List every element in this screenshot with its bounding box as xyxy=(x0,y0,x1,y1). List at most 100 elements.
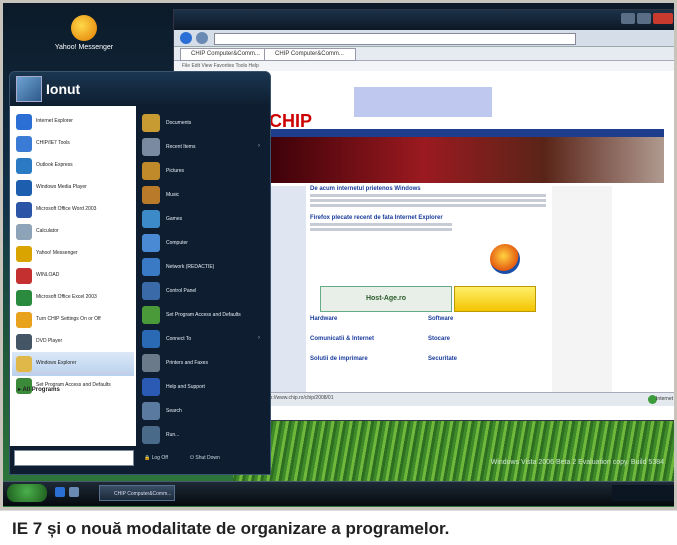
news-headline[interactable]: Firefox plecate recent de fata Internet … xyxy=(310,215,546,221)
figure-caption: IE 7 și o nouă modalitate de organizare … xyxy=(0,510,677,545)
program-item[interactable]: DVD Player xyxy=(12,330,134,354)
program-item[interactable]: Outlook Express xyxy=(12,154,134,178)
news-headline[interactable]: De acum internetul prietenos Windows xyxy=(310,186,546,192)
program-item[interactable]: Windows Media Player xyxy=(12,176,134,200)
news-text-line xyxy=(310,199,546,202)
program-icon xyxy=(16,268,32,284)
program-item[interactable]: Turn CHIP Settings On or Off xyxy=(12,308,134,332)
ad-banner[interactable]: Host-Age.ro xyxy=(320,286,452,312)
place-icon xyxy=(142,426,160,444)
program-item[interactable]: Yahoo! Messenger xyxy=(12,242,134,266)
place-label: Computer xyxy=(166,240,188,246)
back-icon[interactable] xyxy=(180,32,192,44)
all-programs-label: All Programs xyxy=(22,387,60,393)
place-item[interactable]: Music xyxy=(140,182,268,208)
place-item[interactable]: Network (REDACTIE) xyxy=(140,254,268,280)
place-item[interactable]: Pictures xyxy=(140,158,268,184)
place-label: Games xyxy=(166,216,183,222)
program-label: Yahoo! Messenger xyxy=(36,250,78,256)
desktop-icon-messenger[interactable]: Yahoo! Messenger xyxy=(49,15,119,51)
start-menu-header: Ionut xyxy=(10,72,270,106)
forward-icon[interactable] xyxy=(196,32,208,44)
place-icon xyxy=(142,210,160,228)
program-label: Internet Explorer xyxy=(36,118,73,124)
desktop-watermark: Windows Vista 2006 Beta 2 Evaluation cop… xyxy=(490,459,664,466)
address-input[interactable] xyxy=(214,33,576,45)
caption-text: IE 7 și o nouă modalitate de organizare … xyxy=(12,519,450,538)
browser-tab-strip: CHIP Computer&Comm... CHIP Computer&Comm… xyxy=(174,47,674,61)
quick-launch-ie-icon[interactable] xyxy=(55,487,65,497)
quick-launch-desktop-icon[interactable] xyxy=(69,487,79,497)
section-heading[interactable]: Software xyxy=(428,316,546,322)
start-search-input[interactable] xyxy=(14,450,134,466)
site-navigation[interactable] xyxy=(264,129,664,137)
place-item[interactable]: Help and Support xyxy=(140,374,268,400)
program-label: Turn CHIP Settings On or Off xyxy=(36,316,101,322)
place-item[interactable]: Recent Items › xyxy=(140,134,268,160)
program-icon xyxy=(16,180,32,196)
close-button[interactable] xyxy=(653,13,673,24)
program-icon xyxy=(16,158,32,174)
place-item[interactable]: Search xyxy=(140,398,268,424)
address-bar xyxy=(174,30,674,47)
program-label: Windows Media Player xyxy=(36,184,87,190)
user-avatar[interactable] xyxy=(16,76,42,102)
place-icon xyxy=(142,162,160,180)
program-item[interactable]: CHIP/IE7 Tools xyxy=(12,132,134,156)
section-list: Software Stocare Securitate xyxy=(428,316,546,362)
place-label: Pictures xyxy=(166,168,185,174)
taskbar-browser-button[interactable]: CHIP Computer&Comm... xyxy=(99,485,175,501)
shut-down-button[interactable]: ⏻ Shut Down xyxy=(190,452,254,464)
browser-titlebar[interactable] xyxy=(174,10,674,30)
start-button[interactable] xyxy=(7,484,47,502)
place-item[interactable]: Games xyxy=(140,206,268,232)
shut-down-label: Shut Down xyxy=(195,455,220,461)
program-icon xyxy=(16,290,32,306)
maximize-button[interactable] xyxy=(637,13,651,24)
program-icon xyxy=(16,334,32,350)
program-item[interactable]: Calculator xyxy=(12,220,134,244)
log-off-button[interactable]: 🔒 Log Off xyxy=(144,452,184,464)
desktop-icon-label: Yahoo! Messenger xyxy=(54,44,114,51)
program-label: Calculator xyxy=(36,228,59,234)
minimize-button[interactable] xyxy=(621,13,635,24)
place-label: Connect To xyxy=(166,336,192,342)
place-item[interactable]: Computer xyxy=(140,230,268,256)
news-text-line xyxy=(310,204,546,207)
browser-tab[interactable]: CHIP Computer&Comm... xyxy=(264,48,356,61)
place-icon xyxy=(142,378,160,396)
program-label: Microsoft Office Word 2003 xyxy=(36,206,97,212)
place-item[interactable]: Connect To › xyxy=(140,326,268,352)
place-label: Network (REDACTIE) xyxy=(166,264,215,270)
place-label: Control Panel xyxy=(166,288,197,294)
program-icon xyxy=(16,356,32,372)
browser-tab[interactable]: CHIP Computer&Comm... xyxy=(180,48,272,61)
program-item[interactable]: Microsoft Office Word 2003 xyxy=(12,198,134,222)
page-banner[interactable] xyxy=(354,87,492,117)
program-label: Outlook Express xyxy=(36,162,73,168)
page-main-column: De acum internetul prietenos Windows Fir… xyxy=(310,186,546,396)
place-icon xyxy=(142,258,160,276)
place-item[interactable]: Run... xyxy=(140,422,268,448)
news-text-line xyxy=(310,228,452,231)
place-item[interactable]: Printers and Faxes xyxy=(140,350,268,376)
chevron-right-icon: › xyxy=(258,335,260,341)
start-menu-places: Documents Recent Items › Pictures Music Games… xyxy=(138,106,270,446)
promo-banner[interactable] xyxy=(454,286,536,312)
program-label: CHIP/IE7 Tools xyxy=(36,140,70,146)
place-item[interactable]: Control Panel xyxy=(140,278,268,304)
news-text-line xyxy=(310,223,452,226)
all-programs-button[interactable]: ▸ All Programs xyxy=(18,386,60,393)
place-label: Recent Items xyxy=(166,144,196,150)
section-heading[interactable]: Stocare xyxy=(428,336,546,342)
program-item[interactable]: Microsoft Office Excel 2003 xyxy=(12,286,134,310)
place-item[interactable]: Set Program Access and Defaults xyxy=(140,302,268,328)
section-heading[interactable]: Securitate xyxy=(428,356,546,362)
log-off-label: Log Off xyxy=(151,455,168,461)
place-icon xyxy=(142,114,160,132)
program-icon xyxy=(16,224,32,240)
place-item[interactable]: Documents xyxy=(140,110,268,136)
program-item[interactable]: Internet Explorer xyxy=(12,110,134,134)
place-label: Printers and Faxes xyxy=(166,360,208,366)
program-item[interactable]: WINLOAD xyxy=(12,264,134,288)
